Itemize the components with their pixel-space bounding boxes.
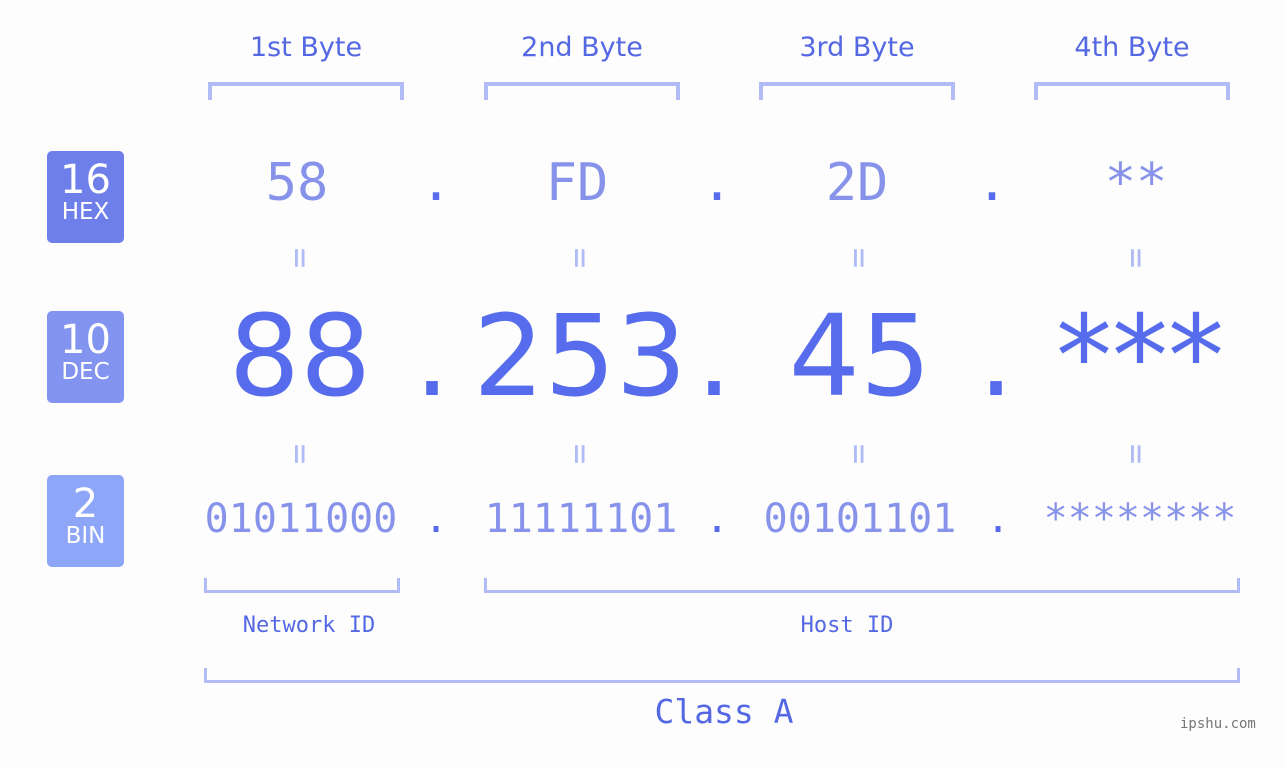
bin-base-label: BIN xyxy=(65,523,106,549)
dec-byte-3: 45 xyxy=(788,292,932,422)
equals-sign: = xyxy=(280,247,320,269)
bin-separator-2: . xyxy=(704,496,730,542)
hex-base-number: 16 xyxy=(60,157,111,203)
bin-byte-3: 00101101 xyxy=(763,496,957,542)
equals-sign: = xyxy=(280,443,320,465)
bin-base-number: 2 xyxy=(72,481,99,527)
equals-sign: = xyxy=(560,247,600,269)
equals-sign: = xyxy=(839,247,879,269)
dec-base-number: 10 xyxy=(60,317,111,363)
watermark: ipshu.com xyxy=(1180,716,1256,732)
hex-separator-3: . xyxy=(976,153,1008,213)
hex-byte-2: FD xyxy=(545,153,609,213)
hex-separator-1: . xyxy=(420,153,452,213)
byte-header-4: 4th Byte xyxy=(1074,32,1190,63)
byte-bracket-2 xyxy=(484,82,680,100)
byte-bracket-1 xyxy=(208,82,404,100)
hex-byte-3: 2D xyxy=(825,153,889,213)
network-id-bracket xyxy=(204,578,400,593)
hex-byte-4: ** xyxy=(1104,153,1168,213)
dec-badge: 10 DEC xyxy=(47,311,124,403)
dec-base-label: DEC xyxy=(61,359,110,385)
equals-sign: = xyxy=(1116,443,1156,465)
byte-header-1: 1st Byte xyxy=(249,32,363,63)
host-id-label: Host ID xyxy=(800,613,894,638)
bin-byte-2: 11111101 xyxy=(484,496,678,542)
network-id-label: Network ID xyxy=(242,613,376,638)
equals-sign: = xyxy=(560,443,600,465)
bin-byte-1: 01011000 xyxy=(204,496,398,542)
hex-separator-2: . xyxy=(701,153,733,213)
byte-bracket-3 xyxy=(759,82,955,100)
class-bracket xyxy=(204,668,1240,683)
dec-separator-2: . xyxy=(696,292,732,422)
dec-byte-4: *** xyxy=(1056,292,1224,422)
hex-byte-1: 58 xyxy=(265,153,329,213)
bin-badge: 2 BIN xyxy=(47,475,124,567)
equals-sign: = xyxy=(1116,247,1156,269)
byte-header-2: 2nd Byte xyxy=(521,32,643,63)
equals-sign: = xyxy=(839,443,879,465)
bin-separator-1: . xyxy=(423,496,449,542)
bin-separator-3: . xyxy=(985,496,1011,542)
dec-separator-1: . xyxy=(414,292,450,422)
hex-base-label: HEX xyxy=(61,199,110,225)
class-label: Class A xyxy=(654,692,794,731)
hex-badge: 16 HEX xyxy=(47,151,124,243)
byte-header-3: 3rd Byte xyxy=(799,32,915,63)
byte-bracket-4 xyxy=(1034,82,1230,100)
dec-byte-1: 88 xyxy=(228,292,372,422)
bin-byte-4: ******** xyxy=(1043,496,1237,542)
host-id-bracket xyxy=(484,578,1240,593)
dec-byte-2: 253 xyxy=(473,292,687,422)
